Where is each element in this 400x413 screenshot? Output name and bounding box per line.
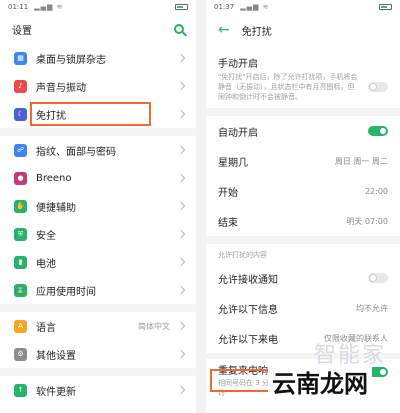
chevron-right-icon (176, 173, 186, 183)
settings-item[interactable]: A 语言 简体中文 (0, 312, 196, 340)
status-bar: 01:37 ▂▄▆ ≋ (206, 0, 400, 14)
other-settings-icon: ⚙ (14, 347, 27, 361)
settings-item[interactable]: ⌛ 应用使用时间 (0, 276, 196, 304)
chevron-right-icon (176, 321, 186, 331)
battery-icon: ▮ (14, 255, 27, 269)
start-time-row[interactable]: 开始 22:00 (206, 176, 400, 206)
manual-enable-toggle[interactable] (368, 82, 388, 92)
status-time: 01:37 (214, 3, 235, 11)
update-icon: ↑ (14, 383, 27, 397)
chevron-right-icon (176, 201, 186, 211)
settings-item[interactable]: ▦ 桌面与锁屏杂志 (0, 44, 196, 72)
moon-icon: ☾ (14, 107, 27, 121)
section-separator (0, 128, 196, 136)
settings-item-label: 桌面与锁屏杂志 (36, 54, 106, 66)
settings-item[interactable]: ↑ 软件更新 (0, 376, 196, 404)
chevron-right-icon (176, 229, 186, 239)
search-icon[interactable] (174, 24, 184, 34)
settings-item-label: 语言 (36, 322, 56, 334)
highlight-box-dnd (30, 102, 151, 126)
settings-item-label: 电池 (36, 258, 56, 270)
settings-item-label: 便捷辅助 (36, 202, 76, 214)
settings-item-label: 软件更新 (36, 386, 76, 398)
dnd-header: ← 免打扰 (206, 14, 400, 46)
section-separator (0, 368, 196, 376)
settings-item[interactable]: ⛨ 安全 (0, 220, 196, 248)
settings-item-label: 指纹、面部与密码 (36, 146, 116, 158)
settings-item[interactable]: ▮ 电池 (0, 248, 196, 276)
manual-enable-desc-row: "免打扰"开启后，除了允许打扰项，手机将会静音（无振动），且状态栏中有月亮图标。… (206, 70, 400, 108)
allow-messages-value: 均不允许 (356, 303, 388, 313)
battery-status-icon (379, 4, 392, 10)
watermark-caption: 云南龙网 (268, 364, 372, 399)
settings-header: 设置 (0, 14, 196, 44)
battery-status-icon (175, 4, 188, 10)
manual-enable-row[interactable]: 手动开启 (206, 46, 400, 70)
allow-messages-label: 允许以下信息 (218, 304, 278, 316)
start-time-value: 22:00 (364, 186, 388, 196)
allow-calls-label: 允许以下来电 (218, 334, 278, 346)
screen-divider (196, 0, 206, 413)
chevron-right-icon (176, 257, 186, 267)
status-bar: 01:11 ▂▄▆ ≋ (0, 0, 196, 14)
settings-item[interactable]: ⚙ 其他设置 (0, 340, 196, 368)
settings-list: ▦ 桌面与锁屏杂志 ♪ 声音与振动 ☾ 免打扰 ☍ 指纹、面部与密码 ● Breeno ✋ 便捷辅助 ⛨… (0, 44, 196, 404)
allow-notify-toggle[interactable] (368, 273, 388, 283)
weekday-label: 星期几 (218, 157, 248, 169)
allow-section-title: 允许打扰的内容 (218, 251, 267, 259)
assist-icon: ✋ (14, 199, 27, 213)
chevron-right-icon (176, 81, 186, 91)
settings-item-label: 安全 (36, 230, 56, 242)
settings-screen: 01:11 ▂▄▆ ≋ 设置 ▦ 桌面与锁屏杂志 ♪ 声音与振动 ☾ 免打扰 ☍ 指纹、面部与… (0, 0, 196, 413)
language-icon: A (14, 319, 27, 333)
settings-item-label: 其他设置 (36, 350, 76, 362)
auto-enable-toggle[interactable] (368, 126, 388, 136)
settings-item-value: 简体中文 (138, 321, 170, 331)
back-arrow-icon[interactable]: ← (218, 22, 230, 38)
start-time-label: 开始 (218, 187, 238, 199)
chevron-right-icon (176, 53, 186, 63)
chevron-right-icon (176, 109, 186, 119)
breeno-icon: ● (14, 171, 27, 185)
section-separator (0, 304, 196, 312)
chevron-right-icon (176, 349, 186, 359)
settings-item[interactable]: ☍ 指纹、面部与密码 (0, 136, 196, 164)
settings-item-label: Breeno (36, 172, 72, 184)
end-time-value: 明天 07:00 (346, 216, 388, 226)
signal-icon: ▂▄▆ ≋ (240, 3, 270, 11)
settings-item[interactable]: ✋ 便捷辅助 (0, 192, 196, 220)
hourglass-icon: ⌛ (14, 283, 27, 297)
section-separator (206, 108, 400, 116)
manual-enable-label: 手动开启 (218, 59, 258, 70)
page-title: 设置 (12, 25, 32, 37)
end-time-label: 结束 (218, 217, 238, 229)
chevron-right-icon (176, 385, 186, 395)
allow-messages-row[interactable]: 允许以下信息 均不允许 (206, 293, 400, 323)
chevron-right-icon (176, 285, 186, 295)
settings-item[interactable]: ♪ 声音与振动 (0, 72, 196, 100)
manual-enable-desc: "免打扰"开启后，除了允许打扰项，手机将会静音（无振动），且状态栏中有月亮图标。… (218, 73, 358, 101)
status-time: 01:11 (8, 3, 29, 11)
signal-icon: ▂▄▆ ≋ (34, 3, 64, 11)
allow-notify-row[interactable]: 允许接收通知 (206, 263, 400, 293)
weekday-value: 周日 周一 周二 (334, 156, 388, 166)
desktop-icon: ▦ (14, 51, 27, 65)
chevron-right-icon (176, 145, 186, 155)
fingerprint-icon: ☍ (14, 143, 27, 157)
weekday-row[interactable]: 星期几 周日 周一 周二 (206, 146, 400, 176)
allow-notify-label: 允许接收通知 (218, 274, 278, 286)
auto-enable-row[interactable]: 自动开启 (206, 116, 400, 146)
settings-item-label: 应用使用时间 (36, 286, 96, 298)
settings-item[interactable]: ● Breeno (0, 164, 196, 192)
settings-item-label: 声音与振动 (36, 82, 86, 94)
end-time-row[interactable]: 结束 明天 07:00 (206, 206, 400, 236)
auto-enable-label: 自动开启 (218, 127, 258, 139)
section-separator (206, 236, 400, 244)
page-title: 免打扰 (241, 26, 272, 38)
sound-icon: ♪ (14, 79, 27, 93)
shield-icon: ⛨ (14, 227, 27, 241)
